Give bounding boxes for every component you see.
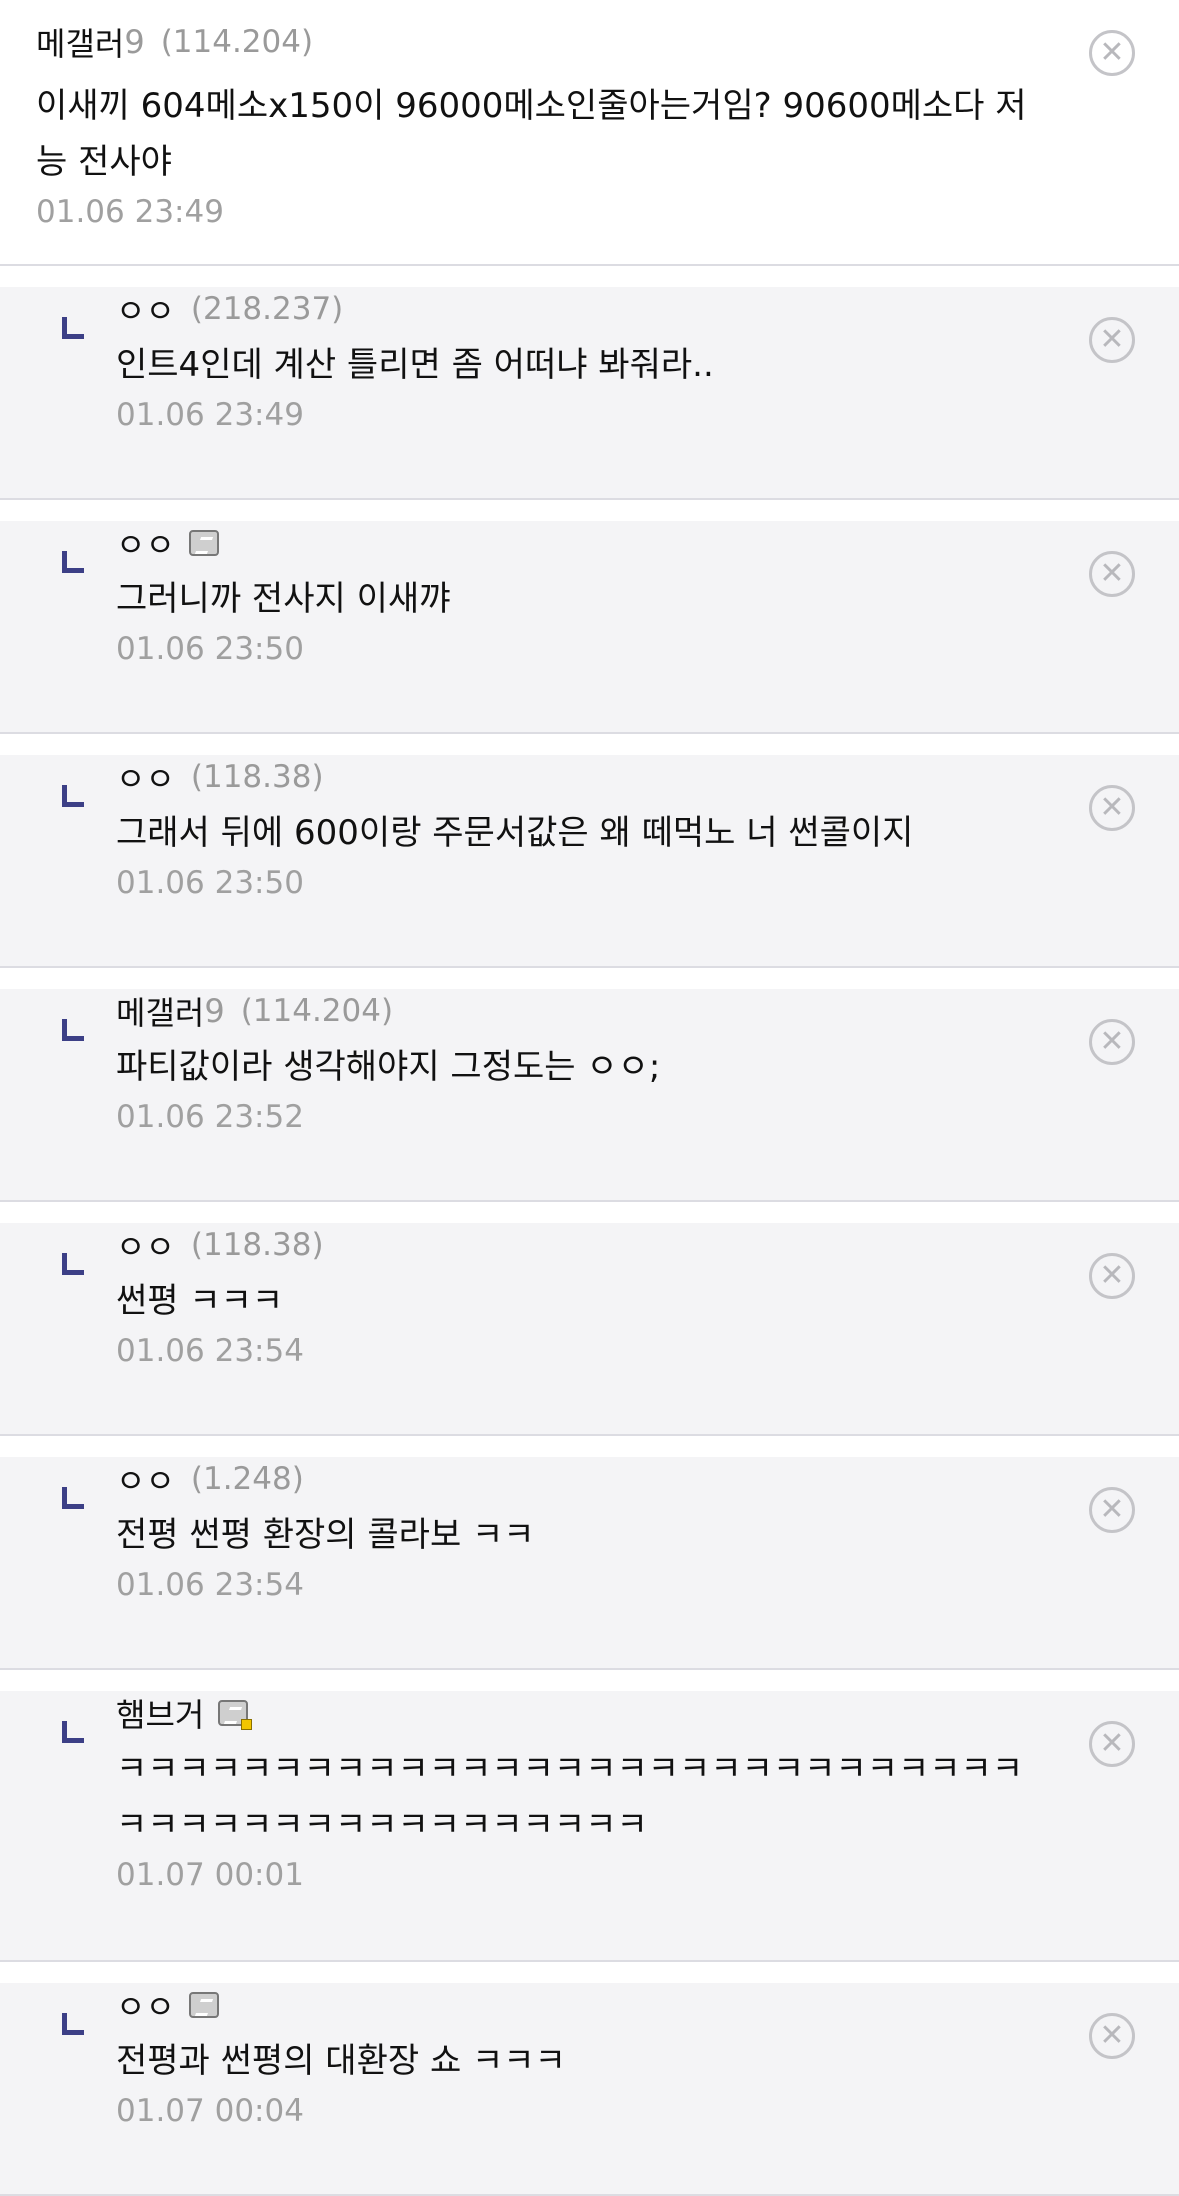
comment-time: 01.06 23:50 (116, 865, 304, 901)
comment-text: 이새끼 604메소x150이 96000메소인줄아는거임? 90600메소다 저… (36, 86, 1027, 182)
comment-text: 썬평 ㅋㅋㅋ (116, 1281, 284, 1321)
nickname[interactable]: 메갤러 (36, 19, 124, 65)
reply-comment: 햄브거 ㅋㅋㅋㅋㅋㅋㅋㅋㅋㅋㅋㅋㅋㅋㅋㅋㅋㅋㅋㅋㅋㅋㅋㅋㅋㅋㅋㅋㅋㅋㅋㅋㅋㅋㅋㅋㅋ… (0, 1691, 1179, 1962)
comment-time: 01.06 23:54 (116, 1333, 304, 1369)
ip-address: (118.38) (190, 759, 324, 795)
reply-comment: ㅇㅇ 그러니까 전사지 이새꺄 01.06 23:50 ✕ (0, 521, 1179, 734)
close-icon[interactable]: ✕ (1089, 1253, 1135, 1299)
reply-comment: ㅇㅇ (118.38) 썬평 ㅋㅋㅋ 01.06 23:54 ✕ (0, 1223, 1179, 1436)
comment-meta: 메갤러 9 (114.204) (36, 20, 1039, 64)
reply-arrow-icon (62, 2013, 84, 2035)
nickname[interactable]: ㅇㅇ (116, 1982, 175, 2028)
comment-text: 전평 썬평 환장의 콜라보 ㅋㅋ (116, 1515, 535, 1555)
comment-text: 전평과 썬평의 대환장 쇼 ㅋㅋㅋ (116, 2041, 566, 2081)
nickname-suffix: 9 (124, 23, 145, 61)
ip-address: (1.248) (190, 1461, 304, 1497)
ip-address: (114.204) (240, 993, 394, 1029)
reply-arrow-icon (62, 785, 84, 807)
reply-comment: ㅇㅇ (1.248) 전평 썬평 환장의 콜라보 ㅋㅋ 01.06 23:54 ✕ (0, 1457, 1179, 1670)
comment-meta: ㅇㅇ (116, 1983, 1039, 2027)
nickname[interactable]: 메갤러 (116, 988, 204, 1034)
comment-meta: ㅇㅇ (118.38) (116, 1223, 1039, 1267)
comment-time: 01.06 23:52 (116, 1099, 304, 1135)
close-icon[interactable]: ✕ (1089, 30, 1135, 76)
reply-arrow-icon (62, 317, 84, 339)
comment-time: 01.07 00:04 (116, 2093, 304, 2129)
nickname[interactable]: ㅇㅇ (116, 1222, 175, 1268)
nickname[interactable]: ㅇㅇ (116, 754, 175, 800)
close-icon[interactable]: ✕ (1089, 2013, 1135, 2059)
close-icon[interactable]: ✕ (1089, 551, 1135, 597)
comment-time: 01.06 23:54 (116, 1567, 304, 1603)
comment-meta: ㅇㅇ (1.248) (116, 1457, 1039, 1501)
ip-address: (218.237) (190, 291, 344, 327)
fixed-nick-icon (188, 530, 219, 556)
reply-comment: ㅇㅇ (218.237) 인트4인데 계산 틀리면 좀 어떠냐 봐줘라.. 01.06… (0, 287, 1179, 500)
reply-arrow-icon (62, 1721, 84, 1743)
reply-comment: ㅇㅇ 전평과 썬평의 대환장 쇼 ㅋㅋㅋ 01.07 00:04 ✕ (0, 1983, 1179, 2196)
close-icon[interactable]: ✕ (1089, 1721, 1135, 1767)
close-icon[interactable]: ✕ (1089, 1487, 1135, 1533)
reply-comment: 메갤러 9 (114.204) 파티값이라 생각해야지 그정도는 ㅇㅇ; 01.06 2… (0, 989, 1179, 1202)
comment-time: 01.06 23:50 (116, 631, 304, 667)
close-icon[interactable]: ✕ (1089, 317, 1135, 363)
reply-arrow-icon (62, 551, 84, 573)
reply-arrow-icon (62, 1487, 84, 1509)
comment-list: 메갤러 9 (114.204) 이새끼 604메소x150이 96000메소인줄아… (0, 0, 1179, 2196)
comment-time: 01.06 23:49 (36, 194, 224, 230)
comment-time: 01.07 00:01 (116, 1857, 304, 1893)
nickname[interactable]: ㅇㅇ (116, 520, 175, 566)
reply-arrow-icon (62, 1253, 84, 1275)
comment-text: 그러니까 전사지 이새꺄 (116, 579, 451, 619)
nickname[interactable]: ㅇㅇ (116, 1456, 175, 1502)
ip-address: (118.38) (190, 1227, 324, 1263)
nickname[interactable]: 햄브거 (116, 1690, 204, 1736)
fixed-nick-icon (188, 1992, 219, 2018)
nickname-suffix: 9 (204, 992, 225, 1030)
comment-meta: ㅇㅇ (118.38) (116, 755, 1039, 799)
comment-time: 01.06 23:49 (116, 397, 304, 433)
comment-meta: 햄브거 (116, 1691, 1039, 1735)
comment-text: 파티값이라 생각해야지 그정도는 ㅇㅇ; (116, 1047, 661, 1087)
comment-meta: ㅇㅇ (116, 521, 1039, 565)
reply-comment: ㅇㅇ (118.38) 그래서 뒤에 600이랑 주문서값은 왜 떼먹노 너 썬콜이… (0, 755, 1179, 968)
comment-text: 그래서 뒤에 600이랑 주문서값은 왜 떼먹노 너 썬콜이지 (116, 813, 914, 853)
ip-address: (114.204) (160, 24, 314, 60)
comment-meta: ㅇㅇ (218.237) (116, 287, 1039, 331)
comment-text: ㅋㅋㅋㅋㅋㅋㅋㅋㅋㅋㅋㅋㅋㅋㅋㅋㅋㅋㅋㅋㅋㅋㅋㅋㅋㅋㅋㅋㅋㅋㅋㅋㅋㅋㅋㅋㅋㅋㅋㅋ… (116, 1749, 1024, 1845)
close-icon[interactable]: ✕ (1089, 785, 1135, 831)
comment-meta: 메갤러 9 (114.204) (116, 989, 1039, 1033)
nickname[interactable]: ㅇㅇ (116, 286, 175, 332)
comment: 메갤러 9 (114.204) 이새끼 604메소x150이 96000메소인줄아… (0, 0, 1179, 266)
comment-text: 인트4인데 계산 틀리면 좀 어떠냐 봐줘라.. (116, 345, 714, 385)
close-icon[interactable]: ✕ (1089, 1019, 1135, 1065)
fixed-nick-gold-icon (218, 1700, 253, 1730)
reply-arrow-icon (62, 1019, 84, 1041)
